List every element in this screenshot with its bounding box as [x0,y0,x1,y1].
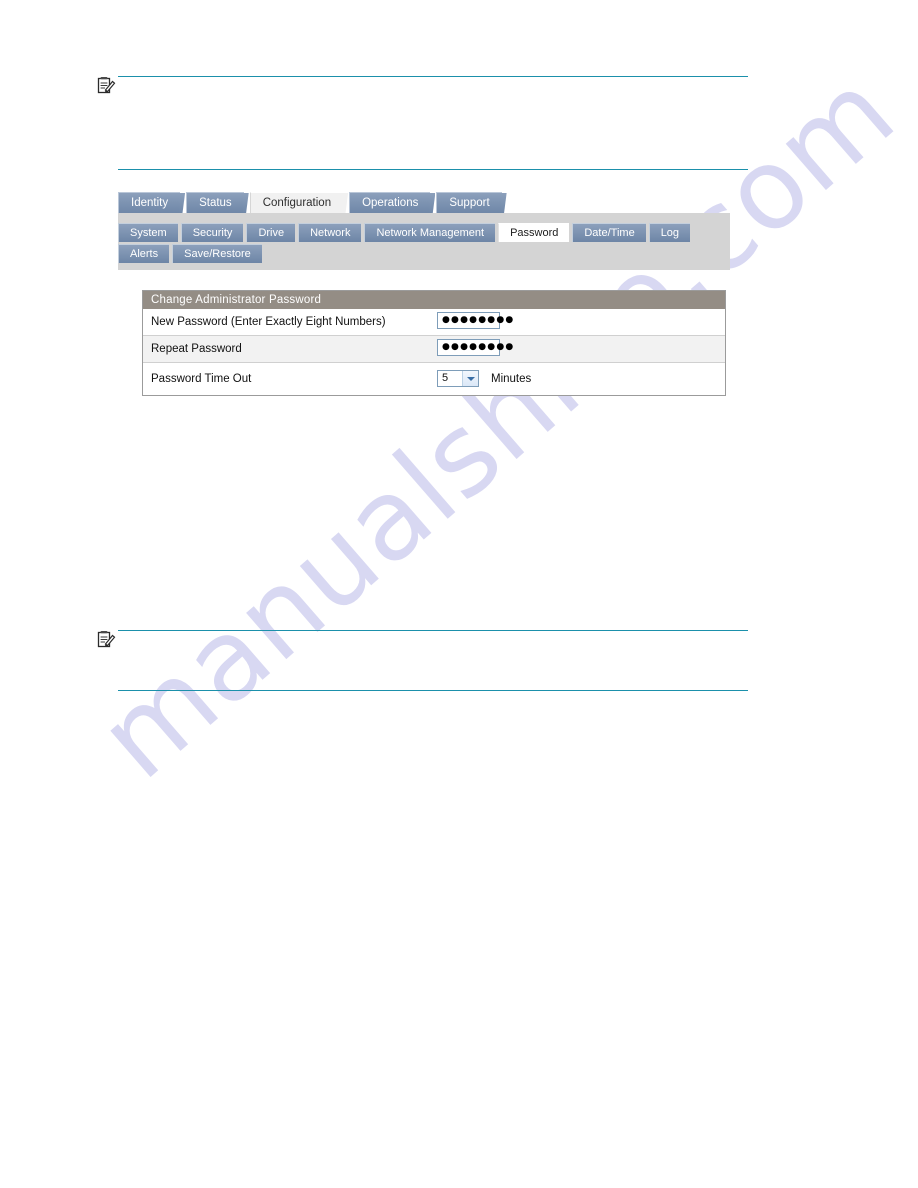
sub-tab-area-spacer [118,265,730,270]
subtab-security-label: Security [192,227,233,239]
password-time-out-unit: Minutes [491,373,532,385]
subtab-password[interactable]: Password [498,223,570,242]
subtab-save-restore[interactable]: Save/Restore [172,244,262,263]
password-time-out-label: Password Time Out [151,373,252,385]
chevron-down-icon [467,377,475,381]
repeat-password-masked-value: ●●●●●●●● [442,342,515,352]
subtab-date-time-label: Date/Time [584,227,635,239]
repeat-password-label: Repeat Password [151,343,242,355]
tab-identity-label: Identity [131,197,169,209]
subtab-system-label: System [130,227,167,239]
password-time-out-select[interactable]: 5 [437,370,479,387]
password-time-out-field-wrap: 5 [437,370,479,387]
page-content: Identity Status Configuration Operations… [0,0,918,1188]
subtab-log-label: Log [660,227,680,239]
subtab-log[interactable]: Log [648,223,691,242]
new-password-masked-value: ●●●●●●●● [442,315,515,325]
subtab-date-time[interactable]: Date/Time [572,223,646,242]
tab-status[interactable]: Status [186,192,244,213]
subtab-security[interactable]: Security [180,223,244,242]
subtab-network-management[interactable]: Network Management [364,223,496,242]
note-block-bottom [0,600,918,720]
password-time-out-value: 5 [442,372,449,384]
password-time-out-dropdown-button[interactable] [462,371,478,386]
tab-configuration[interactable]: Configuration [249,192,344,213]
tab-support-label: Support [449,197,490,209]
subtab-save-restore-label: Save/Restore [184,248,251,260]
new-password-input[interactable]: ●●●●●●●● [437,312,513,329]
note-pencil-icon-2 [96,630,116,650]
subtab-system[interactable]: System [118,223,178,242]
note-pencil-icon [96,76,116,96]
subtab-network-management-label: Network Management [376,227,485,239]
main-tab-strip: Identity Status Configuration Operations… [118,192,730,213]
tab-identity[interactable]: Identity [118,192,181,213]
subtab-drive-label: Drive [258,227,285,239]
subtab-alerts[interactable]: Alerts [118,244,170,263]
sub-tab-row-2: Alerts Save/Restore [118,244,730,263]
new-password-label: New Password (Enter Exactly Eight Number… [151,316,386,328]
subtab-alerts-label: Alerts [130,248,159,260]
tab-operations[interactable]: Operations [349,192,431,213]
subtab-network-label: Network [310,227,351,239]
device-web-interface: Identity Status Configuration Operations… [118,192,730,270]
tab-support[interactable]: Support [436,192,502,213]
subtab-drive[interactable]: Drive [246,223,296,242]
panel-title: Change Administrator Password [143,291,725,309]
note-block-top [0,0,918,180]
row-new-password: New Password (Enter Exactly Eight Number… [143,309,725,336]
note-rule-top [118,76,748,77]
note-rule-bottom [118,169,748,170]
note-rule-top-2 [118,630,748,631]
row-repeat-password: Repeat Password ●●●●●●●● [143,336,725,363]
note-rule-bottom-2 [118,690,748,691]
subtab-network[interactable]: Network [298,223,362,242]
new-password-field-wrap: ●●●●●●●● [437,312,513,329]
row-password-time-out: Password Time Out 5 Minutes [143,363,725,395]
subtab-password-label: Password [510,227,559,239]
repeat-password-input[interactable]: ●●●●●●●● [437,339,513,356]
tab-status-label: Status [199,197,232,209]
sub-tab-area: System Security Drive Network Network Ma… [118,213,730,270]
sub-tab-row-1: System Security Drive Network Network Ma… [118,223,730,242]
tab-operations-label: Operations [362,197,419,209]
tab-configuration-label: Configuration [262,197,332,209]
change-password-panel: Change Administrator Password New Passwo… [142,290,726,396]
repeat-password-field-wrap: ●●●●●●●● [437,339,513,356]
